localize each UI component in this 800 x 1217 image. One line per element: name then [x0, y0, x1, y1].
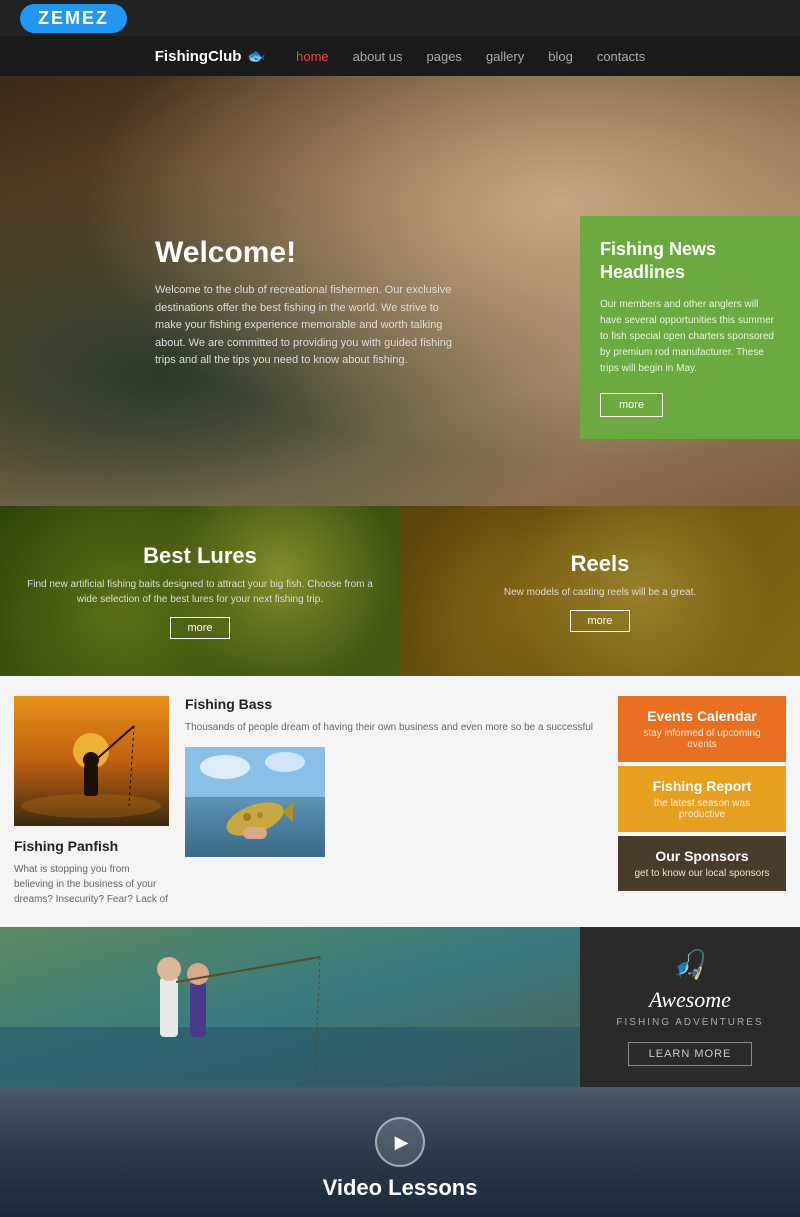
couple-fishing-svg	[0, 927, 580, 1087]
fish-icon: 🐟	[247, 47, 266, 65]
events-sub: stay informed of upcoming events	[634, 728, 770, 750]
video-section: ▶ Video Lessons	[0, 1087, 800, 1217]
panfish-text: What is stopping you from believing in t…	[14, 862, 169, 907]
main-nav: FishingClub 🐟 home about us pages galler…	[0, 36, 800, 76]
video-title: Video Lessons	[323, 1175, 478, 1201]
mid-left: Fishing Panfish What is stopping you fro…	[14, 696, 169, 907]
video-play-button[interactable]: ▶	[375, 1117, 425, 1167]
news-card-text: Our members and other anglers will have …	[600, 297, 780, 377]
news-card: Fishing News Headlines Our members and o…	[580, 216, 800, 439]
nav-gallery[interactable]: gallery	[486, 49, 524, 64]
mid-section: Fishing Panfish What is stopping you fro…	[0, 676, 800, 927]
hero-content: Welcome! Welcome to the club of recreati…	[155, 236, 465, 370]
panfish-svg	[14, 696, 169, 826]
learn-more-button[interactable]: LEARN MORE	[628, 1042, 753, 1066]
bass-title: Fishing Bass	[185, 696, 602, 712]
panfish-title: Fishing Panfish	[14, 838, 169, 854]
reels-title: Reels	[571, 551, 630, 577]
sponsors-card[interactable]: Our Sponsors get to know our local spons…	[618, 836, 786, 891]
awesome-sub: FISHING ADVENTURES	[616, 1017, 763, 1028]
report-sub: the latest season was productive	[634, 798, 770, 820]
zemez-logo[interactable]: ZEMEZ	[20, 4, 127, 33]
nav-blog[interactable]: blog	[548, 49, 573, 64]
report-card[interactable]: Fishing Report the latest season was pro…	[618, 766, 786, 832]
play-icon: ▶	[395, 1132, 409, 1153]
awesome-text-side: 🎣 Awesome FISHING ADVENTURES LEARN MORE	[580, 927, 800, 1087]
lures-title: Best Lures	[143, 543, 257, 569]
sponsors-title: Our Sponsors	[634, 848, 770, 864]
news-card-title: Fishing News Headlines	[600, 238, 780, 285]
lures-text: Find new artificial fishing baits design…	[16, 577, 384, 607]
products-section: Best Lures Find new artificial fishing b…	[0, 506, 800, 676]
hero-text: Welcome to the club of recreational fish…	[155, 282, 465, 370]
sponsors-sub: get to know our local sponsors	[634, 868, 770, 879]
lures-card: Best Lures Find new artificial fishing b…	[0, 506, 400, 676]
lures-more-button[interactable]: more	[170, 617, 229, 639]
events-title: Events Calendar	[634, 708, 770, 724]
nav-pages[interactable]: pages	[427, 49, 462, 64]
bass-svg	[185, 747, 325, 857]
events-card[interactable]: Events Calendar stay informed of upcomin…	[618, 696, 786, 762]
news-more-button[interactable]: more	[600, 393, 663, 417]
bass-text: Thousands of people dream of having thei…	[185, 720, 602, 735]
reels-overlay: Reels New models of casting reels will b…	[400, 506, 800, 676]
lures-overlay: Best Lures Find new artificial fishing b…	[0, 506, 400, 676]
nav-links: home about us pages gallery blog contact…	[296, 49, 645, 64]
report-title: Fishing Report	[634, 778, 770, 794]
nav-about[interactable]: about us	[353, 49, 403, 64]
reels-text: New models of casting reels will be a gr…	[504, 585, 696, 600]
reels-more-button[interactable]: more	[570, 610, 629, 632]
panfish-image	[14, 696, 169, 826]
hero-title: Welcome!	[155, 236, 465, 270]
hero-section: Welcome! Welcome to the club of recreati…	[0, 76, 800, 506]
top-bar: ZEMEZ 👤	[0, 0, 800, 36]
nav-brand: FishingClub 🐟	[155, 47, 266, 65]
mid-right: Events Calendar stay informed of upcomin…	[618, 696, 786, 907]
nav-home[interactable]: home	[296, 49, 329, 64]
awesome-title: Awesome	[649, 987, 731, 1013]
awesome-photo	[0, 927, 580, 1087]
mid-center: Fishing Bass Thousands of people dream o…	[169, 696, 618, 907]
fishing-icon: 🎣	[673, 948, 708, 981]
bass-image	[185, 747, 325, 857]
nav-contacts[interactable]: contacts	[597, 49, 645, 64]
video-title-wrap: ▶ Video Lessons	[323, 1117, 478, 1201]
awesome-section: 🎣 Awesome FISHING ADVENTURES LEARN MORE	[0, 927, 800, 1087]
reels-card: Reels New models of casting reels will b…	[400, 506, 800, 676]
